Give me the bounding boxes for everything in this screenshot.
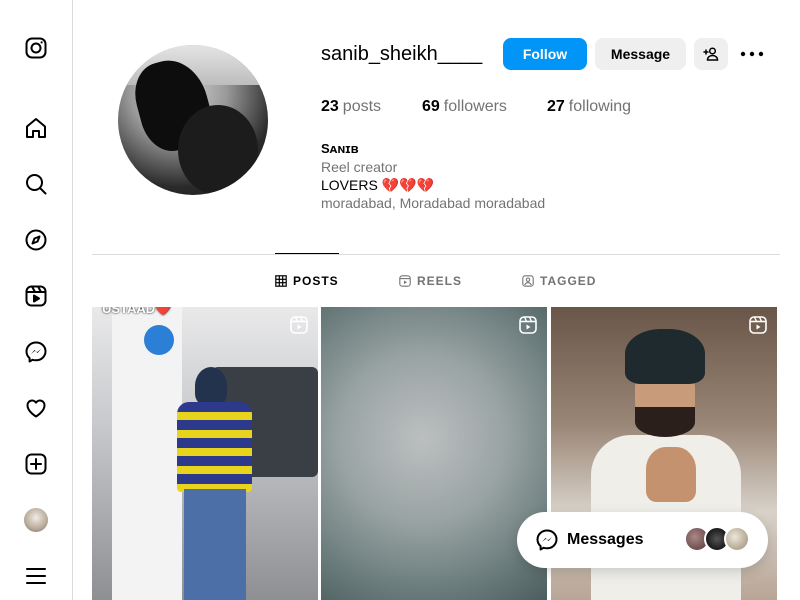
avatar	[24, 508, 48, 532]
search-icon[interactable]	[24, 172, 48, 196]
post-image-decor	[177, 402, 252, 492]
add-user-icon	[703, 47, 719, 61]
reel-icon	[290, 316, 308, 334]
post-image-decor	[184, 489, 246, 600]
post-image-decor	[646, 447, 696, 502]
reels-icon[interactable]	[24, 284, 48, 308]
create-plus-icon[interactable]	[24, 452, 48, 476]
profile-bio: Sᴀɴɪʙ Reel creator LOVERS 💔💔💔 moradabad,…	[321, 140, 545, 212]
post-image-decor	[635, 407, 695, 437]
following-label: following	[568, 98, 632, 115]
reels-tab-icon	[399, 275, 411, 287]
followers-count: 69	[422, 98, 440, 115]
profile-category: Reel creator	[321, 159, 398, 175]
notifications-heart-icon[interactable]	[24, 396, 48, 420]
tab-tagged[interactable]: TAGGED	[522, 274, 596, 288]
post-thumbnail[interactable]: USTAAD❤️	[92, 307, 318, 600]
avatar-shadow-decor	[178, 105, 258, 195]
follow-button[interactable]: Follow	[503, 38, 587, 70]
messages-avatars	[684, 526, 750, 552]
message-button[interactable]: Message	[595, 38, 686, 70]
messages-label: Messages	[567, 531, 644, 548]
messenger-icon	[536, 529, 558, 551]
avatar	[724, 526, 750, 552]
following-count: 27	[547, 98, 565, 115]
tab-reels-label: REELS	[417, 274, 463, 288]
tab-posts-label: POSTS	[293, 274, 339, 288]
more-menu-icon[interactable]	[24, 564, 48, 588]
posts-label: posts	[342, 98, 382, 115]
explore-icon[interactable]	[24, 228, 48, 252]
following-stat[interactable]: 27 following	[547, 98, 631, 116]
tab-tagged-label: TAGGED	[540, 274, 597, 288]
followers-label: followers	[443, 98, 507, 115]
instagram-logo-icon[interactable]	[24, 36, 48, 60]
post-image-decor	[112, 307, 182, 600]
followers-stat[interactable]: 69 followers	[422, 98, 507, 116]
active-tab-indicator	[275, 253, 339, 254]
posts-count-stat: 23 posts	[321, 98, 381, 116]
suggest-similar-button[interactable]	[694, 38, 728, 70]
grid-icon	[275, 275, 287, 287]
post-image-decor	[144, 325, 174, 355]
tagged-icon	[522, 275, 534, 287]
tab-posts[interactable]: POSTS	[275, 274, 339, 288]
messenger-icon[interactable]	[24, 340, 48, 364]
tabs-divider	[92, 254, 780, 255]
profile-username: sanib_sheikh____	[321, 43, 483, 65]
profile-avatar[interactable]	[24, 508, 48, 532]
profile-bio-text: LOVERS 💔💔💔	[321, 177, 434, 193]
messages-launcher[interactable]: Messages	[517, 512, 768, 568]
profile-display-name: Sᴀɴɪʙ	[321, 141, 359, 156]
side-navigation	[0, 0, 73, 600]
posts-count: 23	[321, 98, 339, 115]
post-image-decor	[195, 367, 227, 405]
home-icon[interactable]	[24, 116, 48, 140]
post-thumbnail[interactable]	[321, 307, 547, 600]
profile-picture[interactable]	[118, 45, 268, 195]
options-more-button[interactable]	[740, 44, 764, 64]
reel-icon	[749, 316, 767, 334]
profile-location[interactable]: moradabad, Moradabad moradabad	[321, 194, 545, 212]
post-overlay-text: USTAAD❤️	[102, 307, 172, 316]
more-dots-icon	[740, 51, 764, 57]
reel-icon	[519, 316, 537, 334]
tab-reels[interactable]: REELS	[399, 274, 462, 288]
post-image-decor	[625, 329, 705, 384]
